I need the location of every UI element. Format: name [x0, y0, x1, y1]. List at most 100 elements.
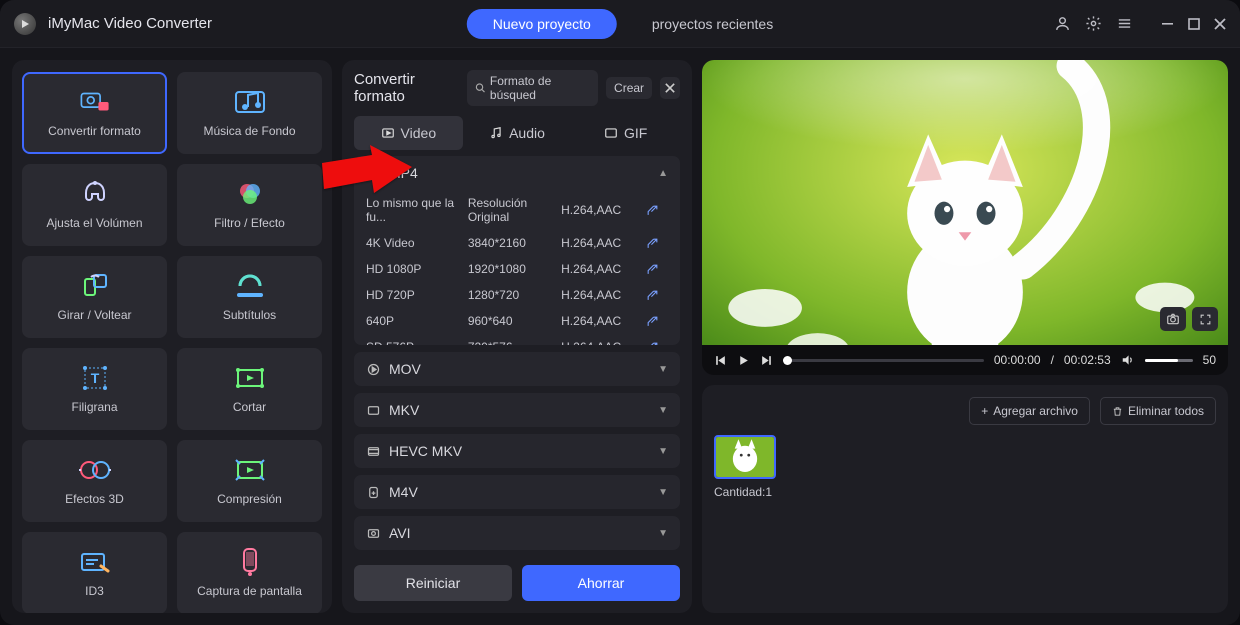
video-preview: 00:00:00 / 00:02:53 50 — [702, 60, 1228, 375]
format-row[interactable]: Lo mismo que la fu...Resolución Original… — [354, 190, 680, 230]
edit-icon[interactable] — [646, 204, 668, 217]
format-row[interactable]: 4K Video3840*2160H.264,AAC — [354, 230, 680, 256]
play-icon[interactable] — [737, 354, 750, 367]
format-group-avi: AVI▼ — [354, 516, 680, 550]
edit-icon[interactable] — [646, 341, 668, 346]
tool-label: Convertir formato — [48, 124, 141, 138]
menu-icon[interactable] — [1116, 15, 1133, 32]
fullscreen-icon[interactable] — [1192, 307, 1218, 331]
chevron-down-icon: ▼ — [658, 487, 668, 498]
close-panel-button[interactable] — [660, 77, 680, 99]
format-group-header[interactable]: AVI▼ — [354, 516, 680, 550]
tool-screen[interactable]: Captura de pantalla — [177, 532, 322, 613]
save-button[interactable]: Ahorrar — [522, 565, 680, 601]
tool-music[interactable]: Música de Fondo — [177, 72, 322, 154]
edit-icon[interactable] — [646, 289, 668, 302]
tool-label: Compresión — [217, 492, 282, 506]
reset-button[interactable]: Reiniciar — [354, 565, 512, 601]
format-row[interactable]: HD 720P1280*720H.264,AAC — [354, 282, 680, 308]
row-name: HD 720P — [366, 288, 468, 302]
tab-gif[interactable]: GIF — [571, 116, 680, 150]
volume-icon[interactable] — [1121, 353, 1135, 367]
snapshot-icon[interactable] — [1160, 307, 1186, 331]
close-icon[interactable] — [1214, 18, 1226, 30]
maximize-icon[interactable] — [1188, 18, 1200, 30]
row-res: Resolución Original — [468, 196, 561, 224]
format-group-mov: MOV▼ — [354, 352, 680, 386]
add-file-button[interactable]: +Agregar archivo — [969, 397, 1090, 425]
volume-icon — [78, 180, 112, 208]
file-item[interactable]: Cantidad:1 — [714, 435, 776, 499]
recent-projects-button[interactable]: proyectos recientes — [652, 16, 773, 32]
format-row[interactable]: HD 1080P1920*1080H.264,AAC — [354, 256, 680, 282]
format-group-header[interactable]: M4V▼ — [354, 475, 680, 509]
player-controls: 00:00:00 / 00:02:53 50 — [702, 345, 1228, 375]
format-other-groups: MOV▼MKV▼HEVC MKV▼M4V▼AVI▼ — [354, 352, 680, 557]
row-name: 4K Video — [366, 236, 468, 250]
edit-icon[interactable] — [646, 263, 668, 276]
tool-label: Subtítulos — [223, 308, 276, 322]
format-group-header[interactable]: HEVC MKV▼ — [354, 434, 680, 468]
remove-all-button[interactable]: Eliminar todos — [1100, 397, 1216, 425]
format-footer: Reiniciar Ahorrar — [354, 557, 680, 601]
volume-value: 50 — [1203, 353, 1216, 367]
tab-video[interactable]: Video — [354, 116, 463, 150]
format-group-mp4-header[interactable]: MP4 ▲ — [354, 156, 680, 190]
titlebar: iMyMac Video Converter Nuevo proyecto pr… — [0, 0, 1240, 48]
seek-slider[interactable] — [783, 359, 984, 362]
format-group-header[interactable]: MOV▼ — [354, 352, 680, 386]
right-panel: 00:00:00 / 00:02:53 50 +Agregar archivo … — [702, 60, 1228, 613]
format-group-header[interactable]: MKV▼ — [354, 393, 680, 427]
tool-label: Captura de pantalla — [197, 584, 302, 598]
row-name: 640P — [366, 314, 468, 328]
tool-compress[interactable]: Compresión — [177, 440, 322, 522]
file-list-panel: +Agregar archivo Eliminar todos — [702, 385, 1228, 613]
tool-3d[interactable]: Efectos 3D — [22, 440, 167, 522]
row-codec: H.264,AAC — [561, 262, 646, 276]
create-button[interactable]: Crear — [606, 77, 652, 99]
tool-convert[interactable]: Convertir formato — [22, 72, 167, 154]
tool-volume[interactable]: Ajusta el Volúmen — [22, 164, 167, 246]
tool-subtitles[interactable]: Subtítulos — [177, 256, 322, 338]
chevron-down-icon: ▼ — [658, 364, 668, 375]
tool-label: Filigrana — [71, 400, 117, 414]
row-res: 3840*2160 — [468, 236, 561, 250]
tool-trim[interactable]: Cortar — [177, 348, 322, 430]
tool-filter[interactable]: Filtro / Efecto — [177, 164, 322, 246]
tab-audio[interactable]: Audio — [463, 116, 572, 150]
tool-label: Música de Fondo — [203, 124, 295, 138]
format-row[interactable]: 640P960*640H.264,AAC — [354, 308, 680, 334]
account-icon[interactable] — [1054, 15, 1071, 32]
prev-icon[interactable] — [714, 354, 727, 367]
format-group-label: MKV — [389, 402, 419, 418]
row-name: Lo mismo que la fu... — [366, 196, 468, 224]
tool-id3[interactable]: ID3 — [22, 532, 167, 613]
music-icon — [233, 88, 267, 116]
edit-icon[interactable] — [646, 237, 668, 250]
tool-rotate[interactable]: Girar / Voltear — [22, 256, 167, 338]
new-project-button[interactable]: Nuevo proyecto — [467, 9, 617, 39]
preview-frame[interactable] — [702, 60, 1228, 345]
minimize-icon[interactable] — [1161, 17, 1174, 30]
next-icon[interactable] — [760, 354, 773, 367]
format-group-label: AVI — [389, 525, 411, 541]
format-search[interactable]: Formato de búsqued — [467, 70, 598, 106]
app-logo-icon — [14, 13, 36, 35]
tool-label: Cortar — [233, 400, 266, 414]
id3-icon — [78, 548, 112, 576]
subtitles-icon — [233, 272, 267, 300]
app-window: iMyMac Video Converter Nuevo proyecto pr… — [0, 0, 1240, 625]
settings-icon[interactable] — [1085, 15, 1102, 32]
tool-watermark[interactable]: TFiligrana — [22, 348, 167, 430]
edit-icon[interactable] — [646, 315, 668, 328]
main-body: Convertir formato Música de Fondo Ajusta e… — [0, 48, 1240, 625]
screen-icon — [233, 548, 267, 576]
format-group-label: HEVC MKV — [389, 443, 462, 459]
rotate-icon — [78, 272, 112, 300]
format-tabs: Video Audio GIF — [354, 116, 680, 150]
file-thumbnail — [714, 435, 776, 479]
format-row[interactable]: SD 576P720*576H.264,AAC — [354, 334, 680, 345]
volume-slider[interactable] — [1145, 359, 1193, 362]
format-title: Convertir formato — [354, 71, 459, 105]
row-codec: H.264,AAC — [561, 340, 646, 345]
